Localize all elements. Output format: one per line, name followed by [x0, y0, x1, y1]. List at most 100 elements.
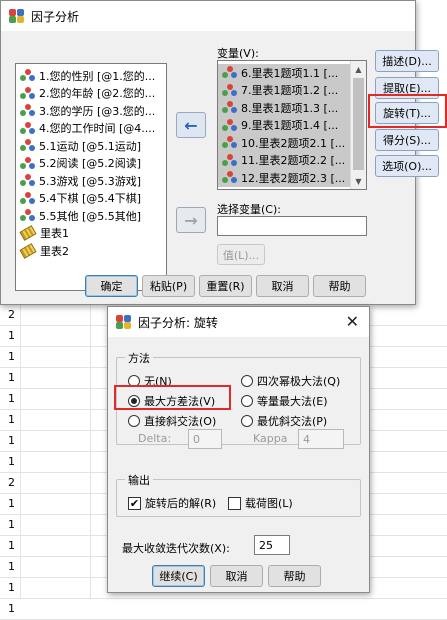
rotated-solution-checkbox[interactable]: ✔ 旋转后的解(R)	[128, 495, 216, 511]
selected-variable-label: 7.里表1题项1.2 [...	[241, 84, 339, 98]
source-variable-item[interactable]: 4.您的工作时间 [@4....	[16, 120, 166, 138]
output-group-title: 输出	[125, 472, 153, 488]
method-quartimax-radio[interactable]: 四次幂极大法(Q)	[241, 373, 340, 389]
source-variable-item[interactable]: 5.2阅读 [@5.2阅读]	[16, 155, 166, 173]
selected-variable-list[interactable]: 6.里表1题项1.1 [... 7.里表1题项1.2 [... 8.里表1题项1.3…	[217, 60, 367, 190]
source-variable-item[interactable]: 5.5其他 [@5.5其他]	[16, 207, 166, 225]
delta-field[interactable]: 0	[188, 429, 222, 449]
selected-variable-item[interactable]: 12.里表2题项2.3 [...	[218, 169, 366, 187]
method-promax-radio[interactable]: 最优斜交法(P)	[241, 413, 327, 429]
scrollbar-thumb[interactable]	[353, 78, 364, 170]
radio-button[interactable]	[241, 415, 253, 427]
selection-variable-field[interactable]	[217, 216, 367, 236]
source-variable-item[interactable]: 5.3游戏 [@5.3游戏]	[16, 172, 166, 190]
max-iterations-label: 最大收敛迭代次数(X):	[122, 542, 230, 555]
reset-button[interactable]: 重置(R)	[199, 275, 252, 297]
continue-button[interactable]: 继续(C)	[152, 565, 205, 587]
nominal-variable-icon	[222, 136, 238, 149]
cancel-button[interactable]: 取消	[256, 275, 309, 297]
arrow-left-icon: ←	[184, 115, 198, 135]
nominal-variable-icon	[222, 101, 238, 114]
source-variable-item[interactable]: 5.4下棋 [@5.4下棋]	[16, 190, 166, 208]
checkbox[interactable]	[228, 496, 241, 510]
grid-cell-value: 2	[8, 308, 15, 321]
source-variable-label: 5.4下棋 [@5.4下棋]	[39, 192, 142, 206]
radio-button[interactable]	[128, 415, 140, 427]
rotation-dialog: 因子分析: 旋转 ✕ 方法 无(N) 四次幂极大法(Q) 最大方差法(V) 等量…	[107, 306, 370, 593]
nominal-variable-icon	[20, 156, 36, 170]
delta-label: Delta:	[138, 432, 172, 445]
move-to-selection-variable-button[interactable]: →	[176, 207, 206, 233]
close-icon[interactable]: ✕	[346, 312, 359, 331]
grid-cell-value: 2	[8, 476, 15, 489]
help-button[interactable]: 帮助	[313, 275, 366, 297]
source-variable-label: 里表1	[40, 227, 69, 241]
selected-variable-item[interactable]: 10.里表2题项2.1 [...	[218, 134, 366, 152]
rotation-dialog-titlebar: 因子分析: 旋转 ✕	[108, 307, 369, 337]
kappa-field[interactable]: 4	[298, 429, 344, 449]
method-equamax-radio[interactable]: 等量最大法(E)	[241, 393, 328, 409]
nominal-variable-icon	[20, 104, 36, 117]
grid-cell-value: 1	[8, 455, 15, 468]
descriptives-button[interactable]: 描述(D)...	[375, 50, 439, 72]
selection-variable-label: 选择变量(C):	[217, 203, 281, 216]
loading-plot-label: 载荷图(L)	[245, 497, 293, 510]
selected-variable-label: 8.里表1题项1.3 [...	[241, 101, 339, 115]
source-variable-item[interactable]: 3.您的学历 [@3.您的...	[16, 102, 166, 120]
selected-variable-label: 6.里表1题项1.1 [...	[241, 66, 339, 80]
selected-variable-label: 10.里表2题项2.1 [...	[241, 136, 346, 150]
radio-button[interactable]	[241, 395, 253, 407]
source-variable-item[interactable]: 2.您的年龄 [@2.您的...	[16, 85, 166, 103]
source-variable-item[interactable]: 5.1运动 [@5.1运动]	[16, 137, 166, 155]
variables-label: 变量(V):	[217, 47, 259, 60]
loading-plot-checkbox[interactable]: 载荷图(L)	[228, 495, 293, 511]
method-equamax-label: 等量最大法(E)	[257, 395, 328, 408]
paste-button[interactable]: 粘贴(P)	[142, 275, 195, 297]
factor-analysis-dialog: 因子分析 1.您的性别 [@1.您的... 2.您的年龄 [@2.您的... 3.您…	[0, 0, 439, 305]
selected-variable-label: 11.里表2题项2.2 [...	[241, 154, 346, 168]
value-button[interactable]: 值(L)...	[217, 244, 265, 265]
max-iterations-field[interactable]: 25	[254, 535, 290, 555]
source-variable-label: 1.您的性别 [@1.您的...	[39, 69, 156, 83]
nominal-variable-icon	[222, 153, 238, 167]
source-variable-item[interactable]: 1.您的性别 [@1.您的...	[16, 67, 166, 85]
scroll-up-icon[interactable]: ▲	[351, 61, 366, 77]
grid-cell-value: 1	[8, 350, 15, 363]
selected-variable-item[interactable]: 6.里表1题项1.1 [...	[218, 64, 366, 82]
variable-list-scrollbar[interactable]: ▲ ▼	[350, 61, 366, 189]
nominal-variable-icon	[20, 69, 36, 82]
radio-button[interactable]	[241, 375, 253, 387]
source-variable-item[interactable]: 里表1	[16, 225, 166, 243]
grid-cell-value: 1	[8, 539, 15, 552]
nominal-variable-icon	[222, 171, 238, 184]
rotated-solution-label: 旋转后的解(R)	[145, 497, 217, 510]
nominal-variable-icon	[222, 83, 238, 97]
grid-cell-value: 1	[8, 392, 15, 405]
scores-button[interactable]: 得分(S)...	[375, 129, 439, 151]
grid-row[interactable]: 1	[0, 599, 447, 620]
selected-variable-item[interactable]: 8.里表1题项1.3 [...	[218, 99, 366, 117]
nominal-variable-icon	[20, 121, 36, 135]
ok-button[interactable]: 确定	[85, 275, 138, 297]
source-variable-list[interactable]: 1.您的性别 [@1.您的... 2.您的年龄 [@2.您的... 3.您的学历 […	[15, 63, 167, 291]
method-oblimin-radio[interactable]: 直接斜交法(O)	[128, 413, 216, 429]
rotation-button-highlight	[368, 94, 447, 128]
options-button[interactable]: 选项(O)...	[375, 155, 439, 177]
source-variable-label: 里表2	[40, 244, 69, 258]
help-button[interactable]: 帮助	[268, 565, 321, 587]
dialog-titlebar: 因子分析	[1, 1, 415, 31]
scroll-down-icon[interactable]: ▼	[351, 173, 366, 189]
method-oblimin-label: 直接斜交法(O)	[144, 415, 217, 428]
cancel-button[interactable]: 取消	[210, 565, 263, 587]
source-variable-label: 5.3游戏 [@5.3游戏]	[39, 174, 142, 188]
selected-variable-item[interactable]: 11.里表2题项2.2 [...	[218, 151, 366, 169]
checkmark-icon[interactable]: ✔	[128, 496, 141, 510]
grid-cell-value: 1	[8, 413, 15, 426]
selected-variable-item[interactable]: 9.里表1题项1.4 [...	[218, 116, 366, 134]
dialog-title: 因子分析	[31, 9, 80, 24]
selected-variable-item[interactable]: 7.里表1题项1.2 [...	[218, 81, 366, 99]
source-variable-label: 2.您的年龄 [@2.您的...	[39, 87, 156, 101]
source-variable-item[interactable]: 里表2	[16, 242, 166, 260]
move-to-variables-button[interactable]: ←	[176, 112, 206, 138]
source-variable-label: 3.您的学历 [@3.您的...	[39, 104, 156, 118]
